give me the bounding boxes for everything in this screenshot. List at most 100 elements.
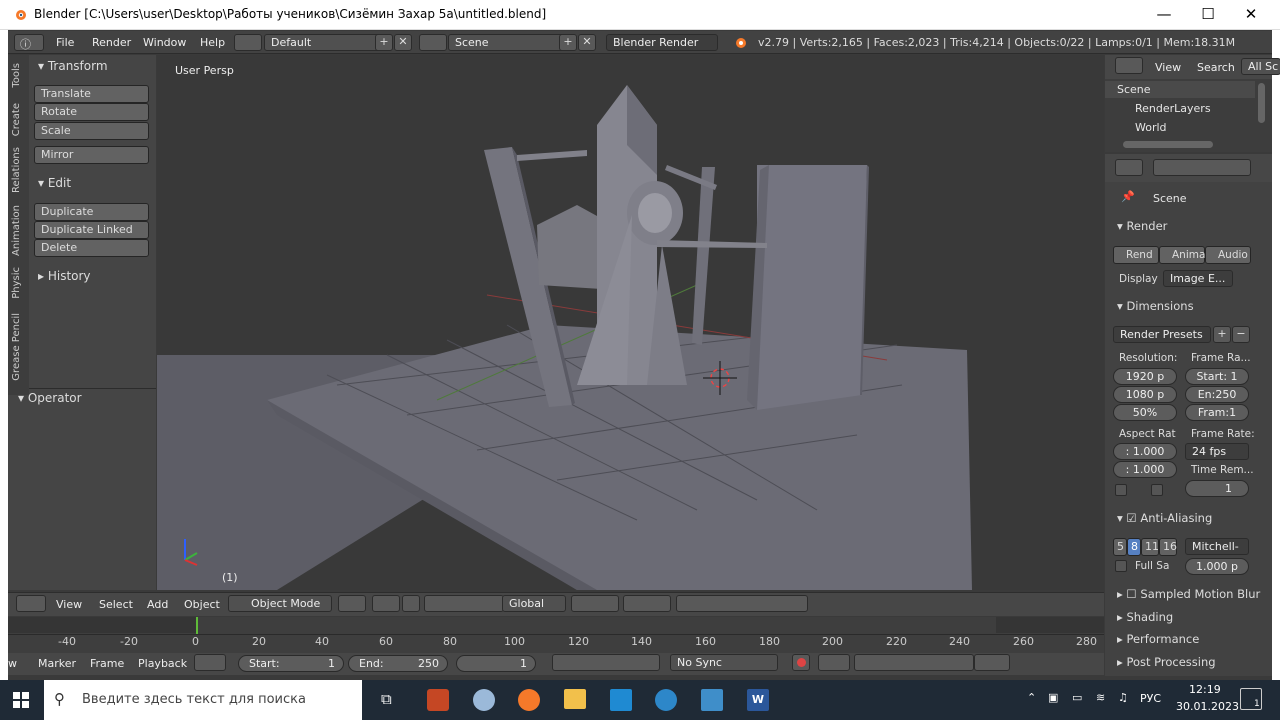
outliner-item-scene[interactable]: Scene xyxy=(1117,83,1151,96)
remove-preset-icon[interactable]: − xyxy=(1232,326,1250,343)
add-preset-icon[interactable]: + xyxy=(1213,326,1231,343)
scene-icon[interactable] xyxy=(419,34,447,51)
orientation-select[interactable]: Global xyxy=(502,595,566,612)
object-mode-select[interactable]: Object Mode xyxy=(228,595,332,612)
history-panel-header[interactable]: ▸ History xyxy=(38,269,91,283)
minimize-button[interactable]: — xyxy=(1141,0,1187,30)
duplicate-linked-button[interactable]: Duplicate Linked xyxy=(34,221,149,239)
menu-file[interactable]: File xyxy=(56,36,74,49)
resolution-percent-field[interactable]: 50% xyxy=(1113,404,1177,421)
frame-start-field[interactable]: Start: 1 xyxy=(1185,368,1249,385)
current-frame-field[interactable]: 1 xyxy=(456,655,536,672)
notification-icon[interactable]: 1 xyxy=(1240,688,1262,710)
border-checkbox[interactable] xyxy=(1115,484,1127,496)
tl-menu-marker[interactable]: Marker xyxy=(38,657,76,670)
outliner-editor-type-icon[interactable] xyxy=(1115,57,1143,74)
end-frame-field[interactable]: End: 250 xyxy=(348,655,448,672)
powerpoint-icon[interactable] xyxy=(427,689,449,711)
render-image-button[interactable]: Rend xyxy=(1113,246,1159,264)
pin-icon[interactable]: 📌 xyxy=(1121,190,1135,203)
outliner-view-menu[interactable]: View xyxy=(1155,61,1181,74)
aspect-y-field[interactable]: : 1.000 xyxy=(1113,461,1177,478)
translate-button[interactable]: Translate xyxy=(34,85,149,103)
outliner-hscrollbar[interactable] xyxy=(1123,141,1213,148)
edit-panel-header[interactable]: ▾ Edit xyxy=(38,176,71,190)
tab-animation[interactable]: Animation xyxy=(11,205,22,256)
layers-grid-2-icon[interactable] xyxy=(623,595,671,612)
duplicate-button[interactable]: Duplicate xyxy=(34,203,149,221)
record-icon[interactable] xyxy=(792,654,810,671)
render-presets-select[interactable]: Render Presets xyxy=(1113,326,1211,343)
task-view-icon[interactable]: ⧉ xyxy=(381,690,392,708)
crop-checkbox[interactable] xyxy=(1151,484,1163,496)
shading-panel-header[interactable]: ▸ Shading xyxy=(1117,610,1173,624)
taskbar-search-box[interactable]: ⚲ Введите здесь текст для поиска xyxy=(44,680,362,720)
tl-menu-playback[interactable]: Playback xyxy=(138,657,187,670)
timeline[interactable]: -40 -20 0 20 40 60 80 100 120 140 160 18… xyxy=(8,617,1104,653)
language-indicator[interactable]: РУС xyxy=(1140,692,1161,705)
menu-window[interactable]: Window xyxy=(143,36,186,49)
scale-button[interactable]: Scale xyxy=(34,122,149,140)
time-remap-field[interactable]: 1 xyxy=(1185,480,1249,497)
render-engine-select[interactable]: Blender Render xyxy=(606,34,718,51)
frame-step-field[interactable]: Fram:1 xyxy=(1185,404,1249,421)
properties-context-tabs-icon[interactable] xyxy=(1153,159,1251,176)
info-editor-type-icon[interactable]: ⓘ xyxy=(14,34,44,51)
maximize-button[interactable]: ☐ xyxy=(1185,0,1231,30)
resolution-y-field[interactable]: 1080 p xyxy=(1113,386,1177,403)
layers-grid-icon[interactable] xyxy=(571,595,619,612)
monitor-app-icon[interactable] xyxy=(701,689,723,711)
frame-rate-select[interactable]: 24 fps xyxy=(1185,443,1249,460)
vp-menu-object[interactable]: Object xyxy=(184,598,220,611)
frame-end-field[interactable]: En:250 xyxy=(1185,386,1249,403)
dimensions-panel-header[interactable]: ▾ Dimensions xyxy=(1117,299,1194,313)
word-icon[interactable]: W xyxy=(747,689,769,711)
tab-grease-pencil[interactable]: Grease Pencil xyxy=(11,313,22,381)
outliner-filter-select[interactable]: All Sc xyxy=(1241,58,1280,75)
close-button[interactable]: ✕ xyxy=(1228,0,1274,30)
transform-panel-header[interactable]: ▾ Transform xyxy=(38,59,108,73)
pivot-icon[interactable] xyxy=(372,595,400,612)
aa-samples-5[interactable]: 5 xyxy=(1113,538,1127,556)
paint-icon[interactable] xyxy=(473,689,495,711)
tl-menu-view[interactable]: w xyxy=(8,657,17,670)
display-select[interactable]: Image E... xyxy=(1163,270,1233,287)
tab-tools[interactable]: Tools xyxy=(11,63,22,88)
file-explorer-icon[interactable] xyxy=(564,689,586,709)
layout-field[interactable]: Default xyxy=(264,34,382,51)
snap-tools-icon[interactable] xyxy=(676,595,808,612)
windows-start-icon[interactable] xyxy=(13,692,29,708)
aa-samples-8[interactable]: 8 xyxy=(1127,538,1141,556)
app-icon[interactable] xyxy=(610,689,632,711)
menu-help[interactable]: Help xyxy=(200,36,225,49)
add-layout-icon[interactable]: + xyxy=(375,34,393,51)
mirror-button[interactable]: Mirror xyxy=(34,146,149,164)
vp-menu-add[interactable]: Add xyxy=(147,598,168,611)
motion-blur-panel-header[interactable]: ▸ ☐ Sampled Motion Blur xyxy=(1117,587,1267,601)
aa-samples-16[interactable]: 16 xyxy=(1159,538,1177,556)
full-sample-checkbox[interactable] xyxy=(1115,560,1127,572)
keying-set-field[interactable] xyxy=(854,654,974,671)
antialiasing-panel-header[interactable]: ▾ ☑ Anti-Aliasing xyxy=(1117,511,1212,525)
rotate-button[interactable]: Rotate xyxy=(34,103,149,121)
aspect-x-field[interactable]: : 1.000 xyxy=(1113,443,1177,460)
transform-manipulators-icon[interactable] xyxy=(424,595,504,612)
remove-scene-icon[interactable]: ✕ xyxy=(578,34,596,51)
resolution-x-field[interactable]: 1920 p xyxy=(1113,368,1177,385)
chevron-up-icon[interactable]: ⌃ xyxy=(1027,691,1036,704)
properties-editor-type-icon[interactable] xyxy=(1115,159,1143,176)
outliner-vscrollbar[interactable] xyxy=(1258,83,1265,123)
screen-layout-icon[interactable] xyxy=(234,34,262,51)
network-icon[interactable]: ▣ xyxy=(1048,691,1058,704)
keying-lock-icon[interactable] xyxy=(194,654,226,671)
manipulator-icon[interactable] xyxy=(402,595,420,612)
outliner-item-world[interactable]: World xyxy=(1135,121,1167,134)
k-app-icon[interactable] xyxy=(655,689,677,711)
clock-date[interactable]: 30.01.2023 xyxy=(1176,700,1239,713)
outliner-item-renderlayers[interactable]: RenderLayers xyxy=(1135,102,1211,115)
blender-taskbar-icon[interactable] xyxy=(518,689,540,711)
vp-menu-select[interactable]: Select xyxy=(99,598,133,611)
keyframe-icon[interactable] xyxy=(818,654,850,671)
3d-viewport[interactable]: User Persp (1) xyxy=(157,55,1104,590)
performance-panel-header[interactable]: ▸ Performance xyxy=(1117,632,1199,646)
